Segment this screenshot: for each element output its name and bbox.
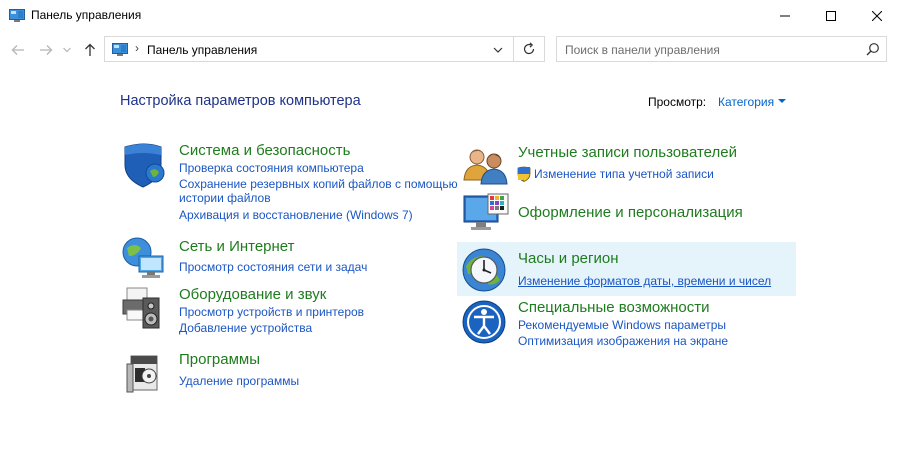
caret-down-icon[interactable] <box>778 99 786 103</box>
shield-icon[interactable] <box>121 141 169 189</box>
page-title: Настройка параметров компьютера <box>120 93 361 109</box>
link-change-date-time-number-formats[interactable]: Изменение форматов даты, времени и чисел <box>518 274 771 289</box>
chevron-down-icon <box>63 47 71 53</box>
up-button[interactable] <box>81 41 99 59</box>
address-dropdown-button[interactable] <box>491 43 505 57</box>
window-title: Панель управления <box>31 8 142 22</box>
link-check-computer-status[interactable]: Проверка состояния компьютера <box>179 161 364 176</box>
link-file-history-backup[interactable]: Сохранение резервных копий файлов с помо… <box>179 177 458 192</box>
control-panel-icon <box>9 9 25 22</box>
forward-arrow-icon <box>40 45 53 55</box>
title-bar: Панель управления <box>0 0 900 31</box>
category-clock-region: Часы и регион Изменение форматов даты, в… <box>462 246 792 294</box>
link-change-account-type[interactable]: Изменение типа учетной записи <box>534 167 714 182</box>
link-recommended-windows-settings[interactable]: Рекомендуемые Windows параметры <box>518 318 726 333</box>
search-box[interactable] <box>556 36 887 62</box>
link-network-status-tasks[interactable]: Просмотр состояния сети и задач <box>179 260 367 275</box>
link-view-devices-printers[interactable]: Просмотр устройств и принтеров <box>179 305 364 320</box>
category-ease-of-access: Специальные возможности Рекомендуемые Wi… <box>462 298 792 354</box>
category-title[interactable]: Специальные возможности <box>518 299 710 316</box>
monitor-palette-icon[interactable] <box>462 192 510 240</box>
address-bar[interactable]: › Панель управления <box>104 36 514 62</box>
search-icon[interactable] <box>866 42 880 56</box>
accessibility-icon[interactable] <box>462 298 510 346</box>
users-icon[interactable] <box>462 142 510 190</box>
link-optimize-visual-display[interactable]: Оптимизация изображения на экране <box>518 334 728 349</box>
forward-button[interactable] <box>37 41 55 59</box>
link-file-history-backup-cont[interactable]: истории файлов <box>179 191 271 206</box>
maximize-button[interactable] <box>808 0 854 31</box>
up-arrow-icon <box>85 43 95 56</box>
search-input[interactable] <box>565 42 855 58</box>
chevron-down-icon <box>493 47 503 53</box>
category-programs: Программы Удаление программы <box>121 348 451 398</box>
minimize-button[interactable] <box>762 0 808 31</box>
breadcrumb-control-panel[interactable]: Панель управления <box>147 43 257 57</box>
navigation-bar: › Панель управления <box>0 31 900 69</box>
category-title[interactable]: Система и безопасность <box>179 142 350 159</box>
refresh-button[interactable] <box>514 36 545 62</box>
link-uninstall-program[interactable]: Удаление программы <box>179 374 299 389</box>
close-button[interactable] <box>854 0 900 31</box>
category-title[interactable]: Программы <box>179 351 260 368</box>
category-title[interactable]: Часы и регион <box>518 250 619 267</box>
breadcrumb-separator-icon: › <box>135 41 139 55</box>
link-add-device[interactable]: Добавление устройства <box>179 321 312 336</box>
category-title[interactable]: Учетные записи пользователей <box>518 144 737 161</box>
category-title[interactable]: Оформление и персонализация <box>518 204 743 221</box>
category-user-accounts: Учетные записи пользователей Изменение т… <box>462 142 792 190</box>
back-arrow-icon <box>11 45 24 55</box>
close-icon <box>872 10 882 21</box>
category-hardware-sound: Оборудование и звук Просмотр устройств и… <box>121 284 451 340</box>
view-by-label: Просмотр: <box>648 95 707 109</box>
refresh-icon <box>523 42 535 55</box>
network-globe-icon[interactable] <box>121 234 169 282</box>
recent-locations-button[interactable] <box>60 41 74 59</box>
view-by-dropdown[interactable]: Категория <box>718 95 774 109</box>
clock-globe-icon[interactable] <box>462 246 510 294</box>
category-appearance-personalization: Оформление и персонализация <box>462 192 792 240</box>
link-backup-restore-win7[interactable]: Архивация и восстановление (Windows 7) <box>179 208 413 223</box>
control-panel-icon <box>112 43 128 56</box>
programs-box-icon[interactable] <box>121 348 169 396</box>
back-button[interactable] <box>9 41 27 59</box>
category-network-internet: Сеть и Интернет Просмотр состояния сети … <box>121 234 451 282</box>
category-title[interactable]: Оборудование и звук <box>179 286 326 303</box>
category-title[interactable]: Сеть и Интернет <box>179 238 295 255</box>
uac-shield-icon <box>517 166 531 182</box>
category-system-security: Система и безопасность Проверка состояни… <box>121 141 458 226</box>
maximize-icon <box>826 10 836 21</box>
printer-speaker-icon[interactable] <box>121 284 169 332</box>
minimize-icon <box>780 15 790 16</box>
